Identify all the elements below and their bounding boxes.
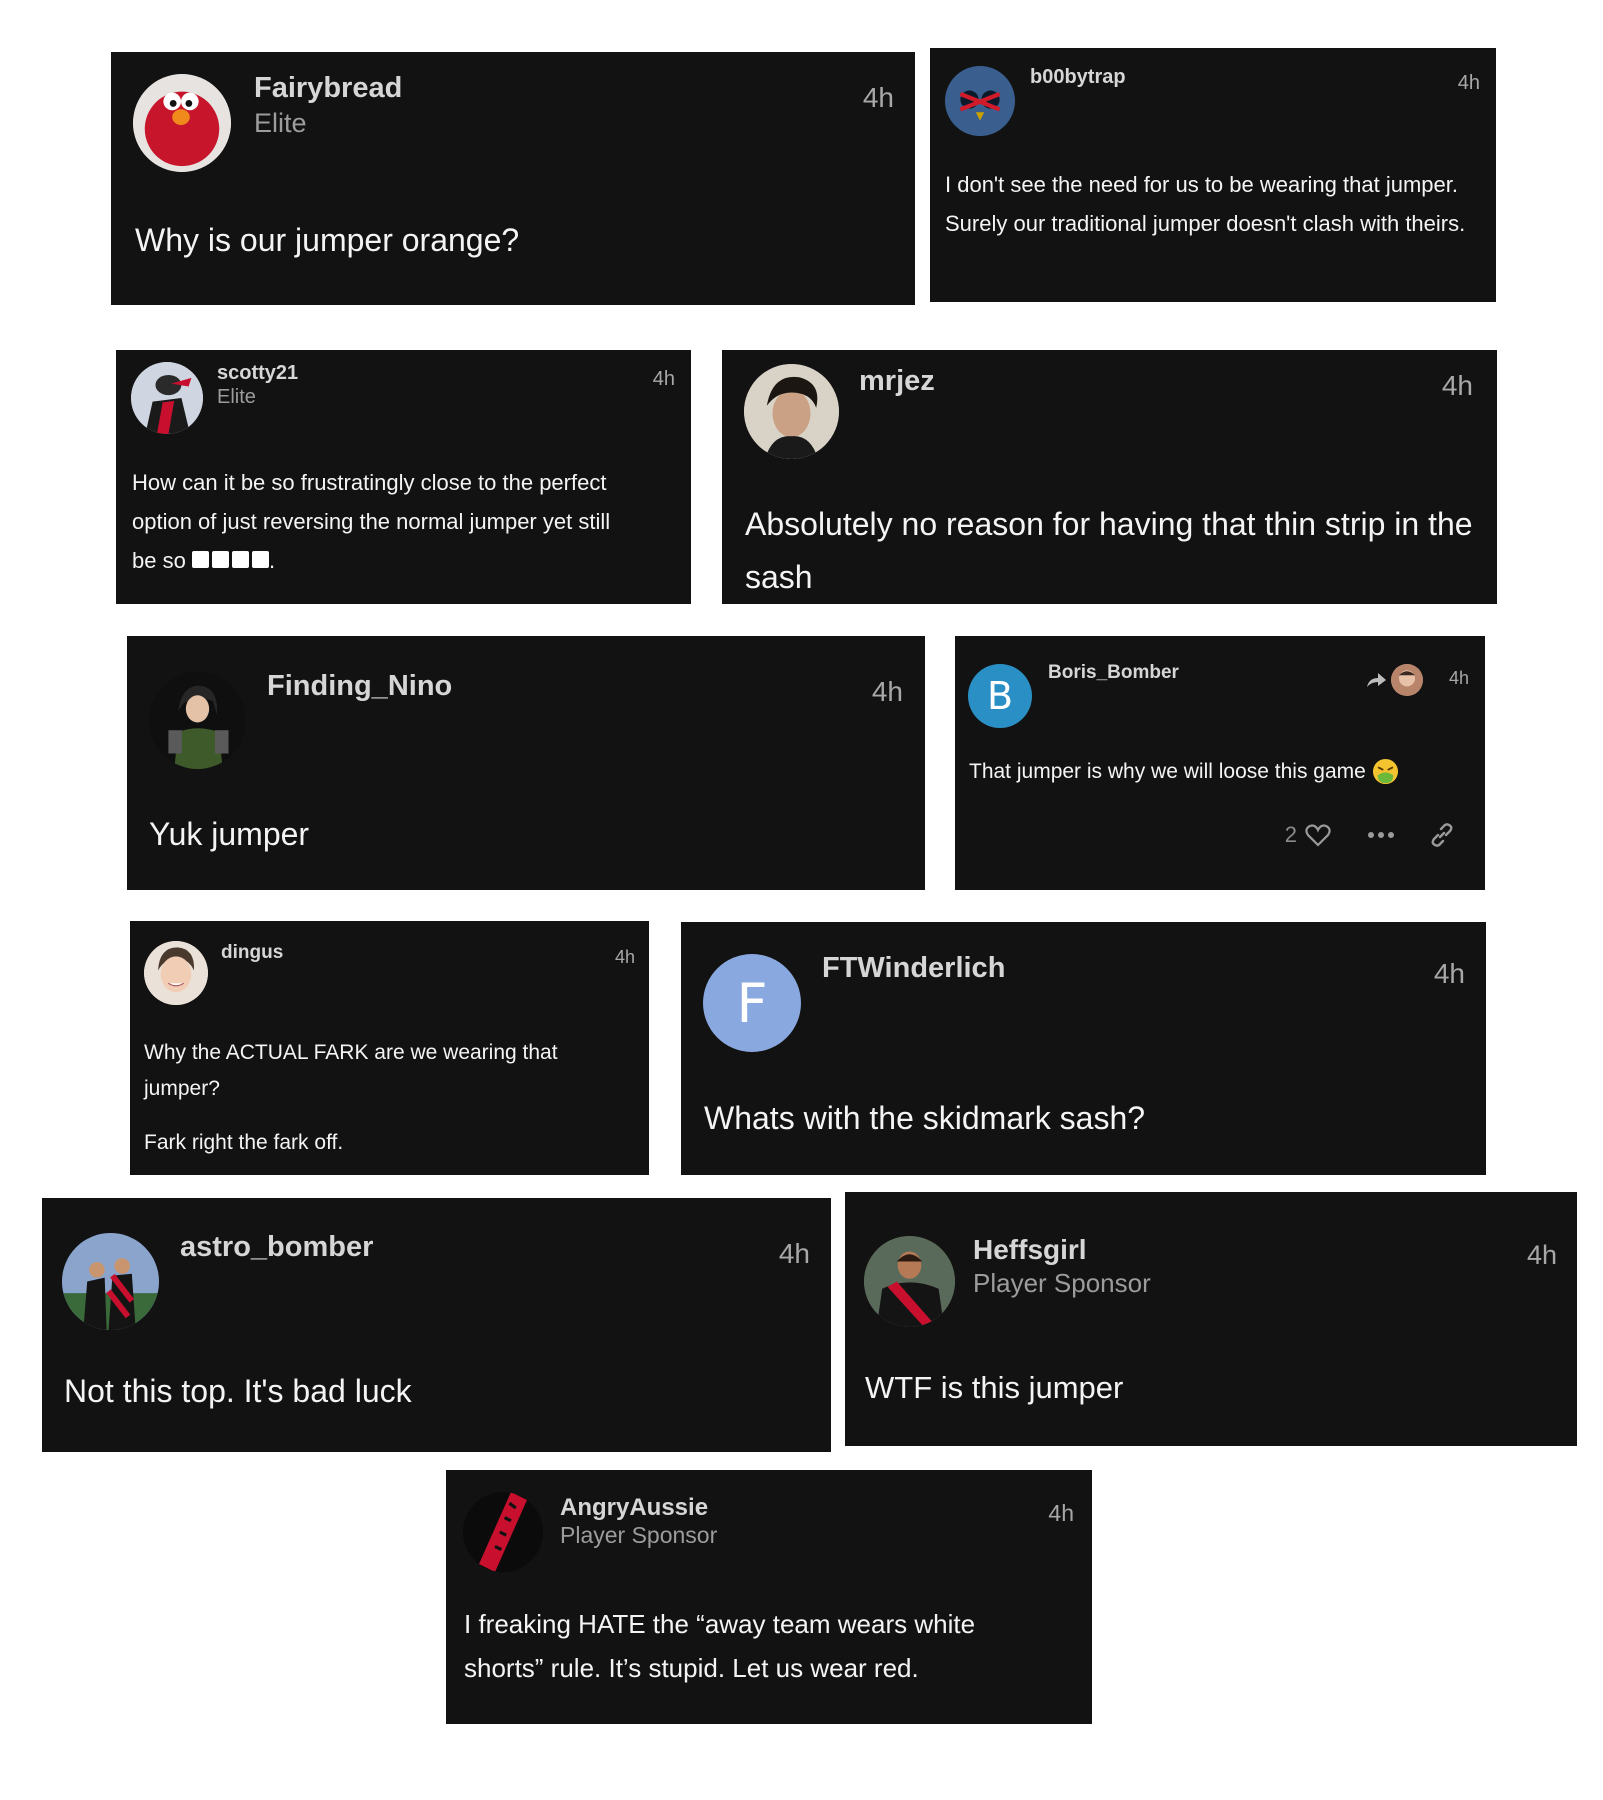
footballer-photo-icon — [864, 1236, 955, 1327]
post-text: Why the ACTUAL FARK are we wearing that … — [144, 1041, 558, 1100]
timestamp: 4h — [778, 1238, 810, 1269]
username[interactable]: AngryAussie — [560, 1494, 708, 1522]
user-avatar[interactable] — [463, 1492, 543, 1572]
post-card: Fairybread Elite 4h Why is our jumper or… — [111, 52, 915, 305]
username[interactable]: FTWinderlich — [822, 952, 1005, 985]
footballers-photo-icon — [62, 1233, 159, 1330]
post-text-row: That jumper is why we will loose this ga… — [969, 758, 1399, 785]
post-text: I don't see the need for us to be wearin… — [945, 172, 1466, 236]
post-card: Finding_Nino 4h Yuk jumper — [127, 636, 925, 890]
reply-avatar[interactable] — [1391, 664, 1423, 696]
post-text-end: . — [268, 548, 276, 573]
user-avatar[interactable] — [945, 66, 1015, 136]
username[interactable]: Fairybread — [254, 72, 402, 105]
timestamp: 4h — [652, 368, 675, 390]
timestamp: 4h — [1448, 668, 1469, 688]
post-card: Heffsgirl Player Sponsor 4h WTF is this … — [845, 1192, 1577, 1446]
post-text: Why is our jumper orange? — [135, 222, 520, 258]
post-text-2: Fark right the fark off. — [144, 1131, 344, 1154]
person-portrait-icon — [744, 364, 839, 459]
post-card: b00bytrap 4h I don't see the need for us… — [930, 48, 1496, 302]
post-text: Absolutely no reason for having that thi… — [745, 506, 1473, 595]
user-avatar[interactable] — [864, 1236, 955, 1327]
username[interactable]: astro_bomber — [180, 1231, 373, 1264]
username[interactable]: mrjez — [859, 365, 935, 398]
timestamp: 4h — [1526, 1240, 1557, 1270]
game-character-icon — [149, 672, 246, 769]
post-text-line: How can it be so frustratingly close to … — [132, 470, 607, 495]
user-avatar[interactable] — [131, 362, 203, 434]
timestamp: 4h — [614, 947, 635, 967]
reply-indicator — [1365, 664, 1423, 696]
username[interactable]: Heffsgirl — [973, 1234, 1087, 1266]
post-text: I freaking HATE the “away team wears whi… — [464, 1609, 976, 1683]
sick-emoji-icon — [1372, 758, 1398, 785]
timestamp: 4h — [862, 82, 894, 113]
username[interactable]: Finding_Nino — [267, 670, 452, 703]
red-sash-icon — [463, 1492, 543, 1572]
elmo-cupcake-icon — [133, 74, 231, 172]
post-text-line: option of just reversing the normal jump… — [132, 509, 611, 534]
user-avatar[interactable]: B — [968, 664, 1032, 728]
user-avatar[interactable] — [62, 1233, 159, 1330]
timestamp: 4h — [871, 676, 903, 707]
user-avatar[interactable] — [144, 941, 208, 1005]
like-count: 2 — [1284, 822, 1297, 847]
post-text: That jumper is why we will loose this ga… — [969, 759, 1366, 783]
user-role: Player Sponsor — [973, 1268, 1151, 1298]
post-card: AngryAussie Player Sponsor 4h I freaking… — [446, 1470, 1092, 1724]
timestamp: 4h — [1441, 370, 1473, 401]
link-icon[interactable] — [1429, 822, 1455, 848]
heart-icon[interactable] — [1305, 823, 1331, 847]
post-card: F FTWinderlich 4h Whats with the skidmar… — [681, 922, 1486, 1175]
post-card: B Boris_Bomber 4h That jumper is why we … — [955, 636, 1485, 890]
post-text: WTF is this jumper — [865, 1370, 1124, 1405]
user-avatar[interactable]: F — [703, 954, 801, 1052]
post-card: scotty21 Elite 4h How can it be so frust… — [116, 350, 691, 604]
mascot-avatar-icon — [131, 362, 203, 434]
face-avatar-icon — [1391, 664, 1423, 696]
post-text: Yuk jumper — [149, 816, 310, 852]
person-portrait-icon — [144, 941, 208, 1005]
censored-blocks — [191, 548, 269, 573]
username[interactable]: Boris_Bomber — [1048, 662, 1179, 684]
user-role: Elite — [217, 386, 256, 408]
user-role: Player Sponsor — [560, 1522, 718, 1548]
username[interactable]: dingus — [221, 942, 283, 964]
more-icon[interactable] — [1367, 831, 1395, 839]
user-avatar[interactable] — [133, 74, 231, 172]
post-card: dingus 4h Why the ACTUAL FARK are we wea… — [130, 921, 649, 1175]
post-text: How can it be so frustratingly close to … — [132, 463, 682, 580]
timestamp: 4h — [1457, 72, 1480, 94]
post-text-line: be so — [132, 548, 192, 573]
post-card: astro_bomber 4h Not this top. It's bad l… — [42, 1198, 831, 1452]
post-actions: 2 — [1285, 822, 1455, 848]
post-text: Not this top. It's bad luck — [64, 1373, 412, 1409]
post-text: Whats with the skidmark sash? — [704, 1100, 1146, 1136]
timestamp: 4h — [1048, 1500, 1074, 1526]
timestamp: 4h — [1433, 958, 1465, 989]
user-role: Elite — [254, 108, 307, 138]
username[interactable]: b00bytrap — [1030, 66, 1126, 89]
owl-mask-icon — [945, 66, 1015, 136]
post-card: mrjez 4h Absolutely no reason for having… — [722, 350, 1497, 604]
user-avatar[interactable] — [149, 672, 246, 769]
username[interactable]: scotty21 — [217, 362, 298, 385]
share-arrow-icon — [1367, 673, 1386, 687]
user-avatar[interactable] — [744, 364, 839, 459]
